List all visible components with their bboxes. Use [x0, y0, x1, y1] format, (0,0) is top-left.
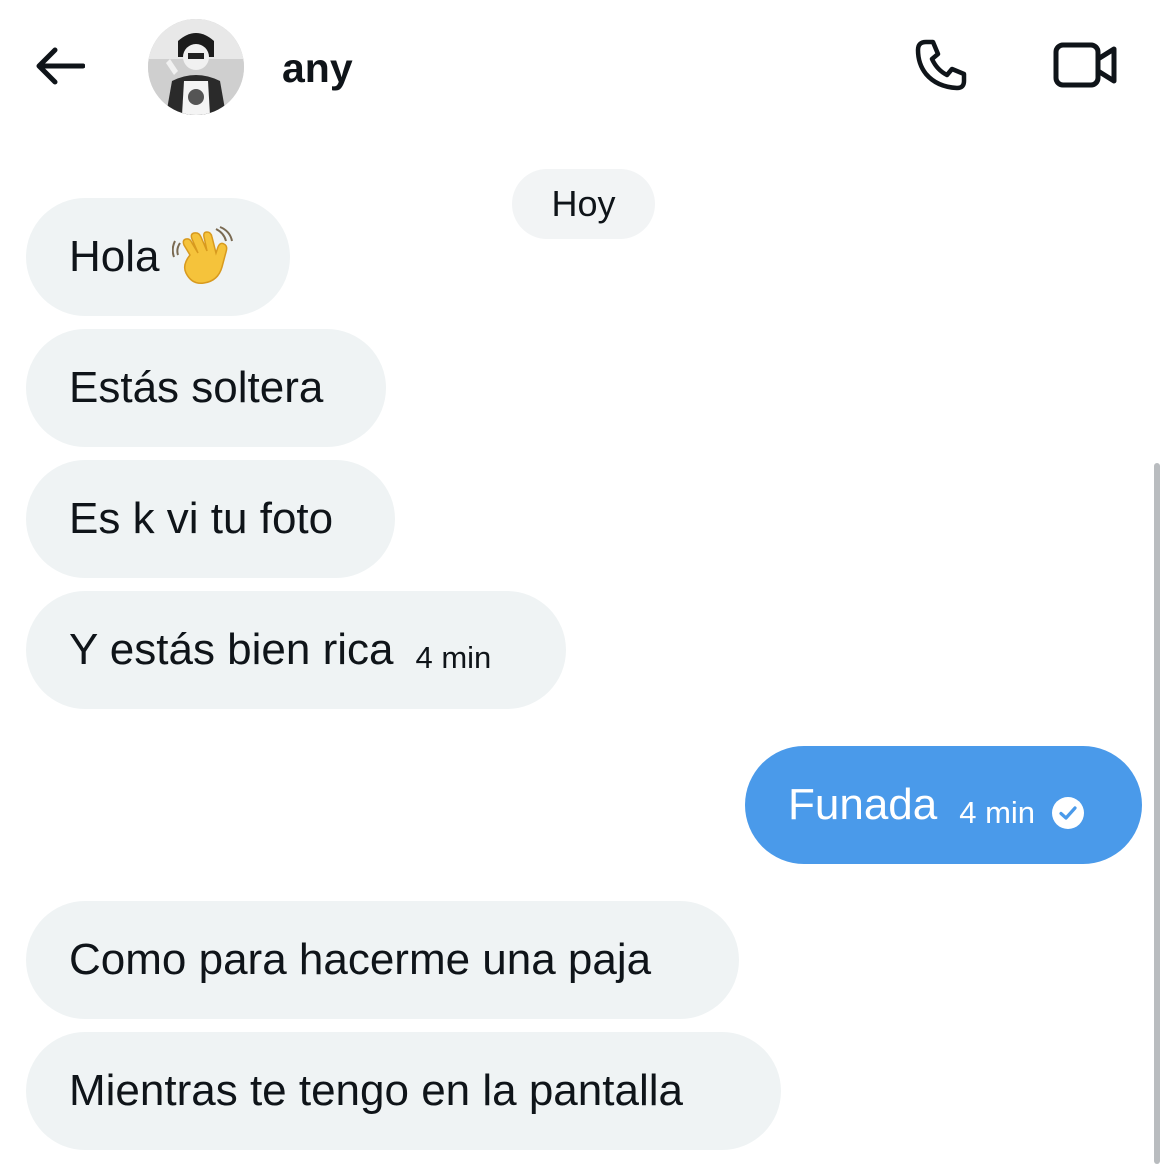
message-timestamp: 4 min [959, 795, 1036, 830]
scrollbar[interactable] [1154, 463, 1160, 1164]
back-button[interactable] [28, 38, 90, 98]
video-call-button[interactable] [1046, 34, 1126, 100]
message-timestamp: 4 min [415, 640, 492, 675]
message-text: Hola [69, 232, 160, 281]
message-text: Funada [788, 780, 938, 829]
message-bubble-incoming[interactable]: Y estás bien rica 4 min [26, 591, 566, 709]
avatar-photo [148, 19, 244, 115]
date-separator: Hoy [512, 169, 655, 239]
message-bubble-incoming[interactable]: Mientras te tengo en la pantalla [26, 1032, 781, 1150]
message-bubble-incoming[interactable]: Hola [26, 198, 290, 316]
message-text: Como para hacerme una paja [69, 935, 652, 984]
check-circle-icon [1051, 796, 1085, 830]
video-camera-icon [1053, 42, 1119, 93]
message-bubble-incoming[interactable]: Como para hacerme una paja [26, 901, 739, 1019]
arrow-left-icon [33, 46, 86, 91]
message-text: Estás soltera [69, 363, 324, 412]
message-bubble-outgoing[interactable]: Funada 4 min [745, 746, 1142, 864]
waving-hand-icon [171, 225, 236, 289]
call-button[interactable] [906, 34, 976, 100]
message-text: Mientras te tengo en la pantalla [69, 1066, 683, 1115]
contact-name[interactable]: any [282, 40, 353, 96]
message-text: Es k vi tu foto [69, 494, 334, 543]
message-text: Y estás bien rica [69, 625, 394, 674]
avatar[interactable] [148, 19, 244, 115]
message-bubble-incoming[interactable]: Es k vi tu foto [26, 460, 395, 578]
phone-icon [913, 37, 969, 98]
message-bubble-incoming[interactable]: Estás soltera [26, 329, 386, 447]
chat-header: any [0, 0, 1169, 135]
